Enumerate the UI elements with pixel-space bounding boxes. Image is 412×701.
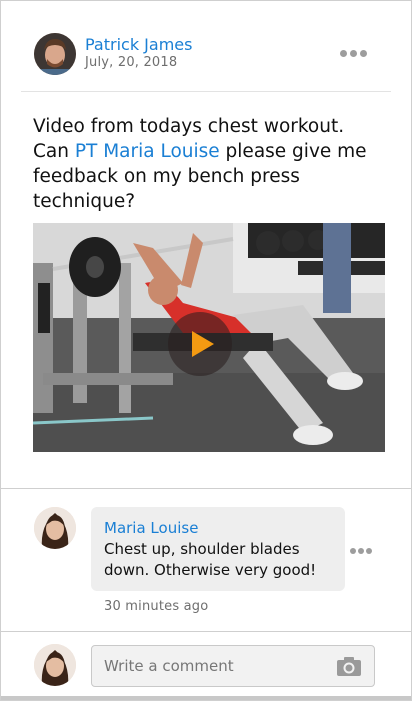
author-avatar[interactable] — [34, 33, 76, 75]
author-name[interactable]: Patrick James — [85, 35, 192, 54]
divider — [1, 631, 411, 632]
comment-author[interactable]: Maria Louise — [104, 519, 198, 537]
commenter-avatar[interactable] — [34, 507, 76, 549]
comment-bubble: Maria Louise Chest up, shoulder blades d… — [91, 507, 345, 591]
camera-icon — [337, 657, 361, 676]
comment-more-button[interactable] — [350, 545, 374, 557]
mention-link[interactable]: PT Maria Louise — [75, 141, 220, 162]
video-player[interactable] — [33, 223, 385, 452]
man-avatar-icon — [34, 33, 76, 75]
current-user-avatar — [34, 644, 76, 686]
comment-input[interactable] — [92, 646, 332, 686]
divider — [21, 91, 391, 92]
camera-button[interactable] — [336, 655, 362, 677]
more-dots-icon — [350, 548, 356, 554]
post-text: Video from todays chest workout. Can PT … — [33, 114, 378, 214]
woman-avatar-icon — [34, 507, 76, 549]
comment-composer — [91, 645, 375, 687]
post-card: Patrick James July, 20, 2018 Video from … — [0, 0, 412, 701]
post-date: July, 20, 2018 — [85, 55, 178, 70]
more-options-button[interactable] — [337, 43, 369, 63]
more-dots-icon — [339, 49, 347, 57]
play-icon — [192, 331, 214, 357]
play-button[interactable] — [168, 312, 232, 376]
post-header: Patrick James July, 20, 2018 — [1, 1, 411, 91]
comment-text: Chest up, shoulder blades down. Otherwis… — [104, 540, 317, 579]
comment-timestamp: 30 minutes ago — [104, 599, 209, 614]
divider — [1, 488, 411, 489]
woman-avatar-icon — [34, 644, 76, 686]
